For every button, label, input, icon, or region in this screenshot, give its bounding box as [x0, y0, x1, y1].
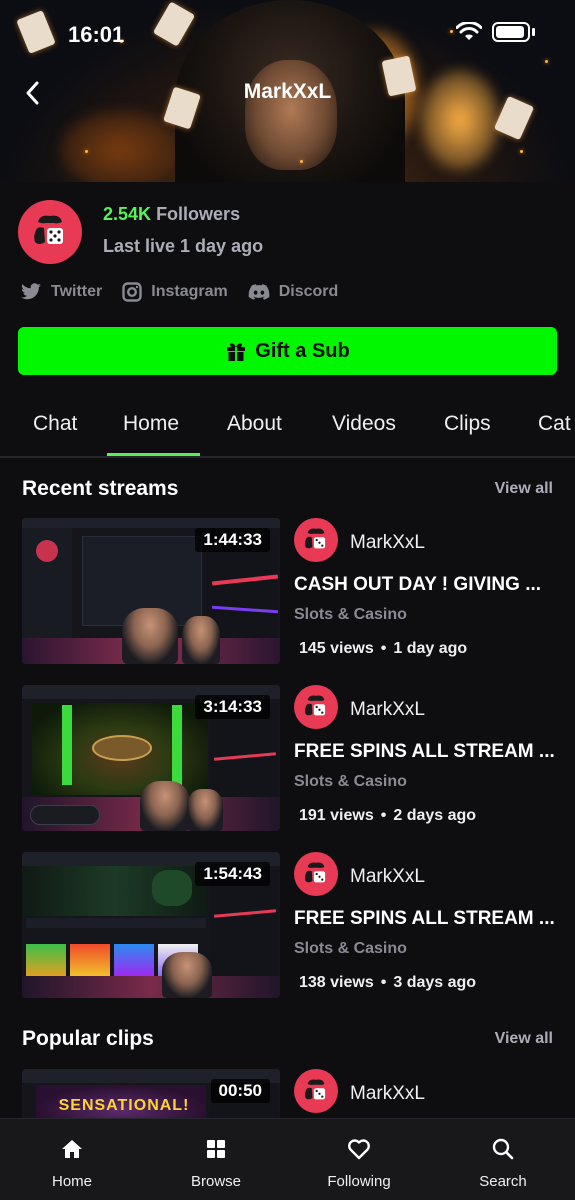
tab-active-indicator	[107, 453, 200, 456]
stream-duration: 1:44:33	[195, 528, 270, 552]
stream-title[interactable]: FREE SPINS ALL STREAM ...	[294, 908, 564, 930]
social-links: Twitter Instagram Discord	[20, 282, 338, 302]
avatar-logo-icon	[304, 695, 326, 716]
tab-clips[interactable]: Clips	[444, 412, 491, 436]
recent-streams-view-all[interactable]: View all	[495, 480, 553, 498]
stream-age: 1 day ago	[393, 640, 468, 657]
status-time: 16:01	[68, 22, 125, 47]
instagram-icon	[122, 282, 142, 302]
followers-line: 2.54K Followers	[103, 204, 240, 225]
recent-streams-title: Recent streams	[22, 477, 179, 500]
social-label: Discord	[278, 283, 339, 300]
clip-channel-avatar[interactable]	[294, 1069, 338, 1113]
nav-home[interactable]: Home	[17, 1137, 127, 1190]
stream-duration: 1:54:43	[195, 862, 270, 886]
stream-channel-name[interactable]: MarkXxL	[350, 866, 425, 888]
stream-category[interactable]: Slots & Casino	[294, 606, 407, 624]
stream-views: 191 views	[299, 807, 374, 824]
stream-card[interactable]: 1:44:33 MarkXxL CASH OUT DAY ! GIVING ..…	[0, 518, 575, 668]
stream-channel-avatar[interactable]	[294, 518, 338, 562]
social-twitter[interactable]: Twitter	[20, 283, 102, 301]
stream-channel-avatar[interactable]	[294, 852, 338, 896]
bottom-nav: Home Browse Following Search	[0, 1118, 575, 1200]
followers-label: Followers	[156, 204, 241, 224]
avatar-logo-icon	[304, 862, 326, 883]
stream-channel-avatar[interactable]	[294, 685, 338, 729]
channel-avatar[interactable]	[18, 200, 82, 264]
avatar-logo-icon	[304, 528, 326, 549]
social-discord[interactable]: Discord	[248, 283, 339, 301]
clip-thumbnail-text: SENSATIONAL!	[58, 1097, 190, 1114]
social-label: Twitter	[51, 283, 103, 300]
gift-sub-button[interactable]: Gift a Sub	[18, 327, 557, 375]
clip-duration: 00:50	[210, 1079, 270, 1103]
gift-sub-label: Gift a Sub	[255, 339, 350, 362]
nav-following[interactable]: Following	[304, 1137, 414, 1190]
social-instagram[interactable]: Instagram	[122, 282, 228, 302]
stream-category[interactable]: Slots & Casino	[294, 773, 407, 791]
avatar-logo-icon	[304, 1079, 326, 1100]
stream-age: 2 days ago	[393, 807, 477, 824]
heart-icon	[348, 1139, 370, 1160]
stream-thumbnail[interactable]: 1:44:33	[22, 518, 280, 664]
nav-label: Browse	[190, 1173, 242, 1190]
tab-home[interactable]: Home	[123, 412, 179, 436]
tab-videos[interactable]: Videos	[332, 412, 396, 436]
tab-chat[interactable]: Chat	[33, 412, 77, 436]
stream-card[interactable]: 3:14:33 MarkXxL FREE SPINS ALL STREAM ..…	[0, 685, 575, 835]
stream-meta: 138 views • 3 days ago	[299, 974, 477, 991]
stream-category[interactable]: Slots & Casino	[294, 940, 407, 958]
stream-views: 138 views	[299, 974, 374, 991]
stream-meta: 191 views • 2 days ago	[299, 807, 477, 824]
battery-icon	[492, 22, 530, 42]
browse-icon	[207, 1140, 225, 1158]
stream-thumbnail[interactable]: 3:14:33	[22, 685, 280, 831]
avatar-logo-icon	[34, 215, 63, 244]
discord-icon	[248, 284, 270, 300]
home-icon	[62, 1140, 82, 1158]
stream-duration: 3:14:33	[195, 695, 270, 719]
nav-browse[interactable]: Browse	[161, 1137, 271, 1190]
stream-views: 145 views	[299, 640, 374, 657]
nav-label: Following	[327, 1173, 391, 1190]
nav-search[interactable]: Search	[448, 1137, 558, 1190]
stream-age: 3 days ago	[393, 974, 477, 991]
search-icon	[492, 1138, 514, 1160]
clip-card[interactable]: SENSATIONAL! 00:50 MarkXxL	[0, 1069, 575, 1118]
stream-channel-name[interactable]: MarkXxL	[350, 532, 425, 554]
social-label: Instagram	[151, 283, 228, 300]
channel-banner: 16:01 MarkXxL	[0, 0, 575, 182]
status-icons	[456, 22, 535, 42]
channel-tabs: Chat Home About Videos Clips Cat	[0, 398, 575, 458]
popular-clips-view-all[interactable]: View all	[495, 1030, 553, 1048]
clip-channel-name[interactable]: MarkXxL	[350, 1083, 425, 1105]
last-live: Last live 1 day ago	[103, 236, 264, 256]
stream-channel-name[interactable]: MarkXxL	[350, 699, 425, 721]
gift-icon	[227, 343, 246, 361]
stream-thumbnail[interactable]: 1:54:43	[22, 852, 280, 998]
twitter-icon	[21, 283, 41, 300]
stream-title[interactable]: CASH OUT DAY ! GIVING ...	[294, 574, 564, 596]
tab-categories[interactable]: Cat	[538, 412, 571, 436]
stream-meta: 145 views • 1 day ago	[299, 640, 468, 657]
followers-count: 2.54K	[103, 204, 152, 224]
wifi-icon	[456, 22, 482, 40]
popular-clips-title: Popular clips	[22, 1027, 154, 1050]
channel-title: MarkXxL	[243, 80, 332, 103]
stream-card[interactable]: 1:54:43 MarkXxL FREE SPINS ALL STREAM ..…	[0, 852, 575, 1002]
stream-title[interactable]: FREE SPINS ALL STREAM ...	[294, 741, 564, 763]
clip-thumbnail[interactable]: SENSATIONAL! 00:50	[22, 1069, 280, 1118]
nav-label: Home	[51, 1173, 92, 1190]
nav-label: Search	[479, 1173, 527, 1190]
tab-about[interactable]: About	[227, 412, 282, 436]
